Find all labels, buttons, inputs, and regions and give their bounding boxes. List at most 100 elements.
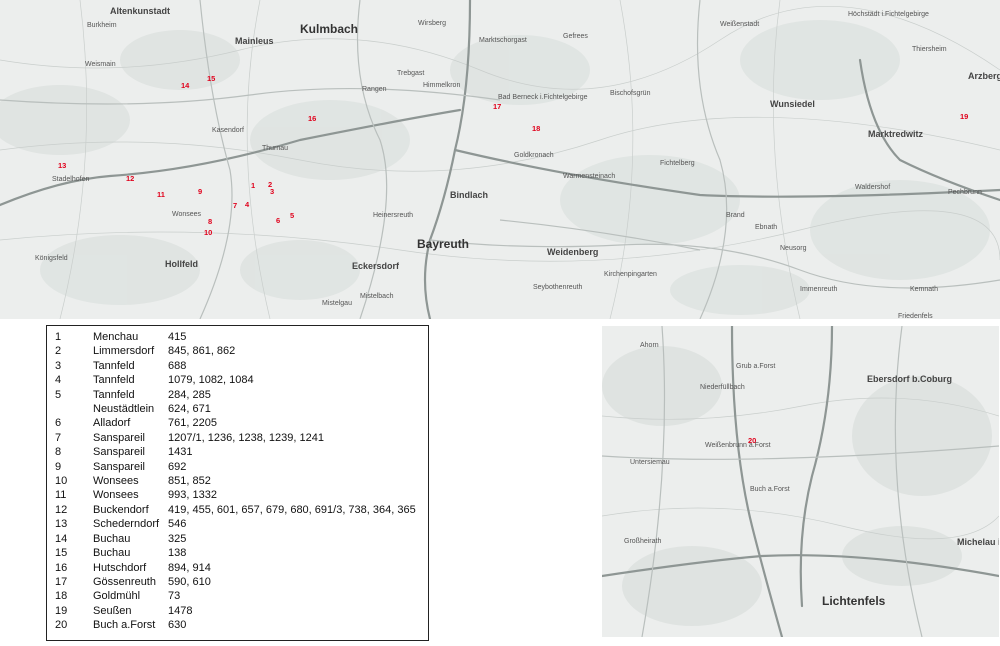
legend-number: 14 (55, 532, 68, 545)
site-marker[interactable]: 6 (276, 216, 280, 225)
legend-number: 17 (55, 575, 68, 588)
legend-place: Alladorf (93, 417, 131, 430)
town-label: Bindlach (450, 190, 489, 200)
site-marker[interactable]: 20 (748, 436, 756, 445)
legend-parcels: 284, 285 (168, 388, 211, 401)
site-marker[interactable]: 1 (251, 181, 255, 190)
town-label: Waldershof (855, 184, 891, 191)
town-label: Altenkunstadt (110, 6, 171, 16)
town-label: Thurnau (262, 145, 289, 152)
town-label: Bad Berneck i.Fichtelgebirge (498, 94, 588, 101)
site-marker[interactable]: 8 (208, 217, 212, 226)
site-marker[interactable]: 13 (58, 161, 66, 170)
site-marker[interactable]: 4 (245, 200, 249, 209)
legend-rows: 1 Menchau 415 2 Limmersdorf 845, 861, 862 3 Tan… (55, 330, 416, 633)
town-label: Mainleus (235, 36, 274, 46)
site-marker[interactable]: 19 (960, 112, 968, 121)
town-label: Trebgast (397, 70, 425, 77)
legend-place: Limmersdorf (93, 345, 155, 358)
town-label: Königsfeld (35, 255, 68, 262)
town-label: Wonsees (172, 211, 202, 218)
town-label: Großheirath (624, 538, 662, 545)
site-marker[interactable]: 3 (270, 187, 274, 196)
inset-map-background (602, 326, 999, 637)
legend-parcels: 1431 (168, 446, 193, 459)
town-label: Gefrees (563, 33, 588, 40)
legend-row: 11 Wonsees 993, 1332 (55, 488, 416, 502)
site-marker[interactable]: 18 (532, 124, 540, 133)
legend-place: Schederndorf (93, 518, 160, 531)
town-label: Marktredwitz (868, 129, 924, 139)
legend-place: Tannfeld (93, 359, 135, 372)
town-label: Rangen (362, 86, 387, 93)
legend-parcels: 692 (168, 460, 187, 473)
legend-number: 1 (55, 331, 62, 343)
town-label: Heinersreuth (373, 212, 414, 219)
legend-row: 15 Buchau 138 (55, 546, 416, 560)
legend-number: 8 (55, 446, 62, 459)
legend-place: Tannfeld (93, 388, 135, 401)
site-marker[interactable]: 5 (290, 211, 294, 220)
legend-parcels: 325 (168, 532, 187, 545)
main-map[interactable]: Altenkunstadt Burkheim Mainleus Kulmbach Wir… (0, 0, 1000, 319)
legend-parcels: 761, 2205 (168, 417, 217, 430)
town-label: Ebersdorf b.Coburg (867, 374, 952, 384)
legend-parcels: 1079, 1082, 1084 (168, 374, 254, 387)
legend-number: 4 (55, 374, 62, 387)
legend-number: 18 (55, 590, 68, 603)
legend-parcels: 138 (168, 547, 187, 560)
town-label: Weidenberg (547, 247, 599, 257)
site-legend: 1 Menchau 415 2 Limmersdorf 845, 861, 862 3 Tan… (46, 325, 429, 641)
legend-row: 12 Buckendorf 419, 455, 601, 657, 679, 680… (55, 503, 416, 517)
town-label: Niederfüllbach (700, 384, 745, 391)
legend-number: 16 (55, 561, 68, 574)
site-marker[interactable]: 10 (204, 228, 212, 237)
legend-place: Buchau (93, 547, 131, 560)
site-marker[interactable]: 9 (198, 187, 202, 196)
legend-parcels: 993, 1332 (168, 489, 217, 502)
legend-parcels: 851, 852 (168, 475, 211, 488)
town-label: Bayreuth (417, 237, 470, 251)
legend-row: 4 Tannfeld 1079, 1082, 1084 (55, 373, 416, 387)
site-marker[interactable]: 11 (157, 190, 165, 199)
town-label: Bischofsgrün (610, 90, 651, 97)
legend-number: 9 (55, 460, 62, 473)
site-marker[interactable]: 15 (207, 74, 215, 83)
town-label: Michelau i.OFr. (957, 537, 999, 547)
town-label: Weißenstadt (720, 21, 760, 28)
legend-parcels: 546 (168, 518, 187, 531)
site-marker[interactable]: 12 (126, 174, 134, 183)
legend-place: Buckendorf (93, 503, 149, 516)
town-label: Neusorg (780, 245, 807, 252)
legend-number: 7 (55, 431, 62, 444)
town-label: Fichtelberg (660, 160, 695, 167)
legend-row: 5 Tannfeld 284, 285 (55, 388, 416, 402)
site-marker[interactable]: 17 (493, 102, 501, 111)
town-label: Wirsberg (418, 20, 447, 27)
inset-map[interactable]: Ahorn Grub a.Forst Niederfüllbach Ebersdorf… (602, 326, 999, 637)
town-label: Kirchenpingarten (604, 271, 657, 278)
legend-row: 19 Seußen 1478 (55, 604, 416, 618)
site-marker[interactable]: 7 (233, 201, 237, 210)
town-label: Wunsiedel (770, 99, 815, 109)
legend-number: 12 (55, 503, 68, 516)
legend-row: 10 Wonsees 851, 852 (55, 474, 416, 488)
legend-row: 2 Limmersdorf 845, 861, 862 (55, 344, 416, 358)
legend-row: 17 Gössenreuth 590, 610 (55, 575, 416, 589)
site-marker[interactable]: 14 (181, 81, 189, 90)
legend-place: Buchau (93, 532, 131, 545)
legend-table: 1 Menchau 415 2 Limmersdorf 845, 861, 862 3 Tan… (55, 330, 416, 633)
town-label: Mistelgau (322, 300, 352, 307)
site-marker[interactable]: 16 (308, 114, 316, 123)
legend-number: 6 (55, 417, 62, 430)
town-label: Burkheim (87, 22, 117, 29)
legend-place: Neustädtlein (93, 403, 155, 416)
legend-row: 8 Sanspareil 1431 (55, 445, 416, 459)
town-label: Goldkronach (514, 152, 554, 159)
legend-row: 14 Buchau 325 (55, 532, 416, 546)
legend-parcels: 415 (168, 331, 187, 343)
town-label: Buch a.Forst (750, 486, 790, 493)
town-label: Warmensteinach (563, 173, 616, 180)
legend-place: Sanspareil (93, 446, 145, 459)
legend-number: 3 (55, 359, 62, 372)
